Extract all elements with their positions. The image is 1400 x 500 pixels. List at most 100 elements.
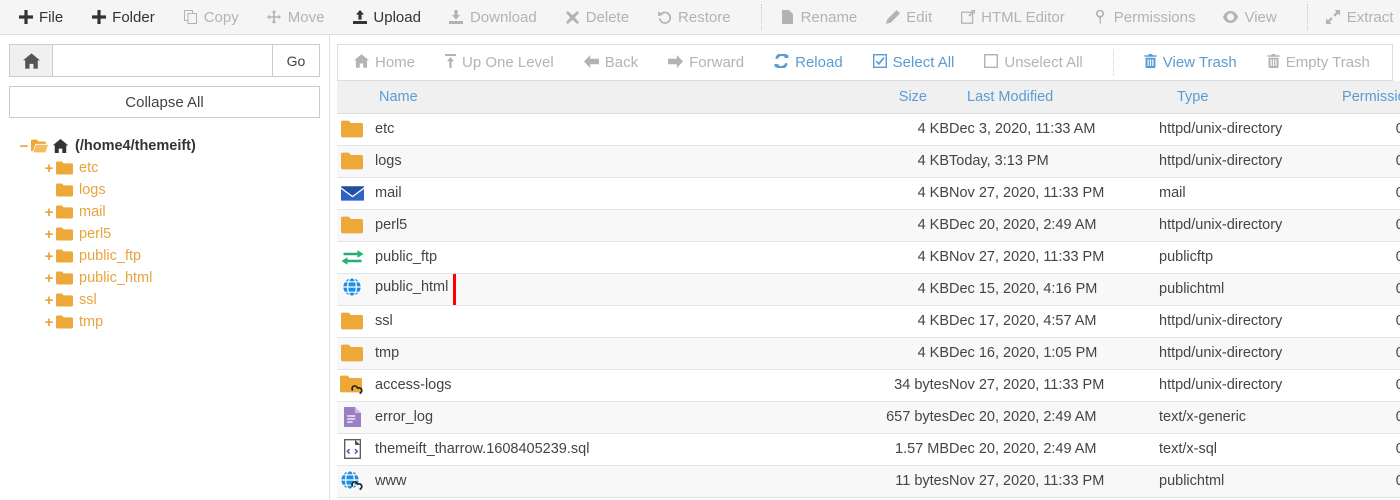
table-row[interactable]: mail4 KBNov 27, 2020, 11:33 PMmail0751 <box>337 177 1400 210</box>
nav-button-unselect-all[interactable]: Unselect All <box>984 53 1083 71</box>
column-header-permissions[interactable]: Permissions <box>1339 81 1400 114</box>
toolbar-button-file[interactable]: File <box>18 10 79 25</box>
tree-node-ssl[interactable]: + ssl <box>17 289 320 311</box>
tree-node-tmp[interactable]: + tmp <box>17 311 320 333</box>
tree-node-etc[interactable]: + etc <box>17 157 320 179</box>
tree-node-public_html[interactable]: + public_html <box>17 267 320 289</box>
file-entry[interactable]: etc <box>337 120 837 138</box>
nav-button-reload[interactable]: Reload <box>774 52 843 71</box>
file-manager-main: Home Up One Level Back Forward Reload Select … <box>330 35 1400 500</box>
column-header-size[interactable]: Size <box>837 81 949 114</box>
home-icon[interactable] <box>9 44 52 77</box>
cell-name[interactable]: access-logs <box>337 369 837 402</box>
cell-permissions[interactable]: 0777 <box>1339 465 1400 498</box>
toolbar-button-restore: Restore <box>657 10 747 25</box>
cell-name[interactable]: themeift_tharrow.1608405239.sql <box>337 433 837 466</box>
nav-button-empty-trash[interactable]: Empty Trash <box>1267 54 1370 71</box>
toolbar-button-rename: Rename <box>780 10 874 25</box>
file-entry[interactable]: tmp <box>337 344 837 362</box>
cell-permissions[interactable]: 0751 <box>1339 177 1400 210</box>
cell-permissions[interactable]: 0777 <box>1339 369 1400 402</box>
toolbar-button-download: Download <box>449 10 553 25</box>
tree-toggle-icon[interactable]: + <box>42 292 56 309</box>
arrow-left-icon <box>583 54 599 71</box>
home-icon <box>354 54 369 71</box>
cell-name[interactable]: mail <box>337 177 837 210</box>
file-entry[interactable]: themeift_tharrow.1608405239.sql <box>337 439 837 459</box>
cell-name[interactable]: error_log <box>337 401 837 434</box>
cell-name[interactable]: logs <box>337 145 837 178</box>
tree-toggle-icon[interactable]: + <box>42 226 56 243</box>
cell-name[interactable]: ssl <box>337 305 837 338</box>
nav-button-home[interactable]: Home <box>354 54 415 71</box>
cell-name[interactable]: tmp <box>337 337 837 370</box>
cell-name[interactable]: etc <box>337 113 837 146</box>
cell-permissions[interactable]: 0755 <box>1339 209 1400 242</box>
table-row[interactable]: themeift_tharrow.1608405239.sql 1.57 MB De… <box>337 433 1400 466</box>
collapse-all-button[interactable]: Collapse All <box>9 86 320 118</box>
table-header-row: Name Size Last Modified Type Permissions <box>337 81 1400 114</box>
folder-icon <box>337 312 367 330</box>
cell-name[interactable]: public_ftp <box>337 241 837 274</box>
file-entry[interactable]: www <box>337 470 837 492</box>
tree-node-perl5[interactable]: + perl5 <box>17 223 320 245</box>
file-entry[interactable]: logs <box>337 152 837 170</box>
cell-permissions[interactable]: 0755 <box>1339 337 1400 370</box>
cell-permissions[interactable]: 0644 <box>1339 401 1400 434</box>
cell-type: text/x-sql <box>1159 433 1339 466</box>
nav-button-back[interactable]: Back <box>583 54 638 71</box>
table-row[interactable]: public_html 4 KB Dec 15, 2020, 4:16 PM publ… <box>337 273 1400 306</box>
cell-name[interactable]: www <box>337 465 837 498</box>
table-row[interactable]: error_log 657 bytes Dec 20, 2020, 2:49 AM t… <box>337 401 1400 434</box>
file-entry[interactable]: ssl <box>337 312 837 330</box>
cell-permissions[interactable]: 0750 <box>1339 113 1400 146</box>
column-header-name[interactable]: Name <box>337 81 837 114</box>
table-row[interactable]: ssl 4 KB Dec 17, 2020, 4:57 AM httpd/unix-d… <box>337 305 1400 338</box>
nav-button-forward[interactable]: Forward <box>668 54 744 71</box>
download-icon <box>449 10 464 25</box>
table-row[interactable]: access-logs 34 bytes Nov 27, 2020, 11:33 P… <box>337 369 1400 402</box>
cell-permissions[interactable]: 0755 <box>1339 305 1400 338</box>
tree-toggle-icon[interactable]: − <box>17 138 31 155</box>
highlighted-file-entry[interactable]: public_html <box>337 273 457 304</box>
cell-permissions[interactable]: 0750 <box>1339 273 1400 306</box>
tree-toggle-icon[interactable]: + <box>42 248 56 265</box>
nav-button-label: Up One Level <box>462 54 554 71</box>
nav-button-select-all[interactable]: Select All <box>872 53 954 71</box>
file-entry[interactable]: mail <box>337 185 837 202</box>
column-header-type[interactable]: Type <box>1159 81 1339 114</box>
table-row[interactable]: etc 4 KB Dec 3, 2020, 11:33 AM httpd/unix-d… <box>337 113 1400 146</box>
tree-node-mail[interactable]: + mail <box>17 201 320 223</box>
tree-toggle-icon[interactable]: + <box>42 160 56 177</box>
cell-permissions[interactable]: 0750 <box>1339 241 1400 274</box>
nav-button-view-trash[interactable]: View Trash <box>1144 54 1237 71</box>
go-button[interactable]: Go <box>272 44 320 77</box>
file-entry[interactable]: public_ftp <box>337 249 837 266</box>
tree-node-logs[interactable]: logs <box>17 179 320 201</box>
tree-toggle-icon[interactable]: + <box>42 270 56 287</box>
tree-toggle-icon[interactable]: + <box>42 314 56 331</box>
cell-name[interactable]: public_html <box>337 273 837 306</box>
tree-node-root[interactable]: − (/home4/themeift) <box>17 135 320 157</box>
file-entry[interactable]: error_log <box>337 407 837 427</box>
cell-permissions[interactable]: 0700 <box>1339 145 1400 178</box>
cell-permissions[interactable]: 0600 <box>1339 433 1400 466</box>
table-row[interactable]: tmp 4 KB Dec 16, 2020, 1:05 PM httpd/unix-d… <box>337 337 1400 370</box>
column-header-last-modified[interactable]: Last Modified <box>949 81 1159 114</box>
nav-button-up-one-level[interactable]: Up One Level <box>445 54 554 71</box>
path-input[interactable] <box>52 44 272 77</box>
table-row[interactable]: public_ftp 4 KB Nov 27, 2020, 11:33 PM publ… <box>337 241 1400 274</box>
cell-name[interactable]: perl5 <box>337 209 837 242</box>
tree-node-public_ftp[interactable]: + public_ftp <box>17 245 320 267</box>
table-row[interactable]: www 11 bytes Nov 27, 2020, 11:33 PM publich… <box>337 465 1400 498</box>
toolbar-button-upload[interactable]: Upload <box>352 10 437 25</box>
table-row[interactable]: logs 4 KB Today, 3:13 PM httpd/unix-directo… <box>337 145 1400 178</box>
file-entry[interactable]: access-logs <box>337 375 837 396</box>
toolbar-button-folder[interactable]: Folder <box>91 10 171 25</box>
table-row[interactable]: perl5 4 KB Dec 20, 2020, 2:49 AM httpd/unix… <box>337 209 1400 242</box>
cell-last-modified: Dec 20, 2020, 2:49 AM <box>949 401 1159 434</box>
tree-toggle-icon[interactable]: + <box>42 204 56 221</box>
file-entry[interactable]: perl5 <box>337 216 837 234</box>
cell-size: 4 KB <box>837 209 949 242</box>
tree-node-label: logs <box>79 182 106 198</box>
